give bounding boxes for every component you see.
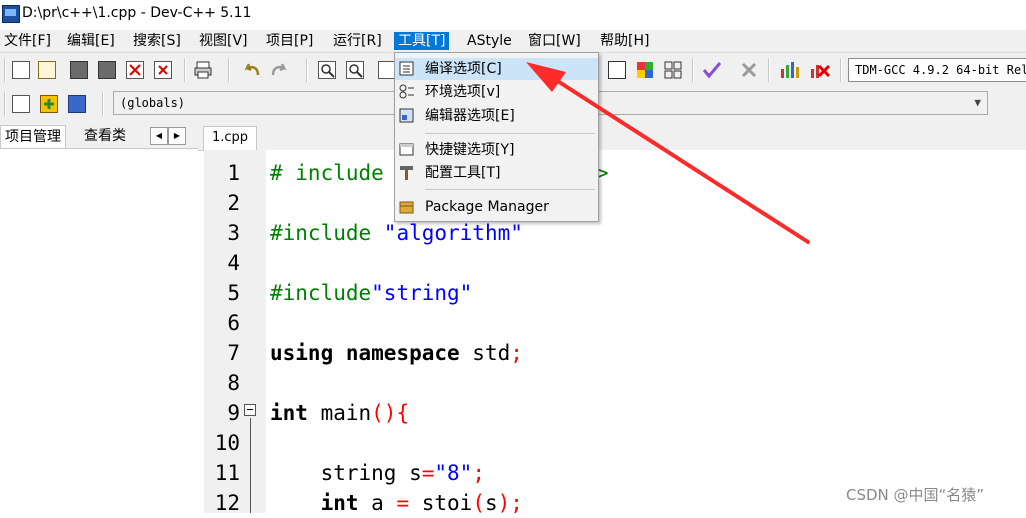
line-number: 2	[227, 191, 240, 215]
tab-project-manager[interactable]: 项目管理	[0, 125, 66, 148]
toolbar-grip	[4, 92, 6, 116]
package-icon	[399, 199, 414, 214]
line-number: 6	[227, 311, 240, 335]
project-panel: 项目管理 查看类 ◀ ▶	[0, 122, 198, 513]
code-line-3: #include "algorithm"	[270, 221, 523, 245]
environment-options-icon	[399, 84, 414, 99]
tools-menu-dropdown: 编译选项[C] 环境选项[v] 编辑器选项[E] 快捷键选项[Y] 配置工具[T…	[394, 52, 599, 222]
save-icon[interactable]	[70, 61, 88, 79]
editor-tabs: 1.cpp	[198, 122, 1026, 151]
window-icon[interactable]	[608, 61, 626, 79]
toolbar-separator	[692, 58, 694, 82]
menu-separator	[425, 133, 595, 134]
code-editor[interactable]: # include-.h> #include "algorithm" #incl…	[266, 150, 1026, 515]
menu-separator	[425, 189, 595, 190]
compiler-select[interactable]: TDM-GCC 4.9.2 64-bit Release	[848, 58, 1026, 82]
replace-icon[interactable]	[346, 61, 364, 79]
menu-item-shortcut-options[interactable]: 快捷键选项[Y]	[395, 139, 598, 161]
toolbar-separator	[840, 58, 842, 82]
tab-class-browser[interactable]: 查看类	[80, 125, 130, 147]
code-line-9: int main(){	[270, 401, 410, 425]
menu-edit[interactable]: 编辑[E]	[63, 32, 119, 50]
tab-scroll-left-button[interactable]: ◀	[150, 127, 168, 145]
menu-item-editor-options[interactable]: 编辑器选项[E]	[395, 105, 598, 127]
line-number-gutter: 1 2 3 4 5 6 7 8 9 10 11 12	[204, 150, 266, 515]
undo-icon[interactable]	[242, 61, 260, 79]
menu-astyle[interactable]: AStyle	[463, 32, 516, 50]
window-title: D:\pr\c++\1.cpp - Dev-C++ 5.11	[22, 5, 252, 21]
watermark: CSDN @中国“名猿”	[846, 486, 985, 504]
color-grid-icon[interactable]	[636, 61, 654, 79]
line-number: 4	[227, 251, 240, 275]
menu-item-package-manager[interactable]: Package Manager	[395, 196, 598, 218]
shortcut-options-icon	[399, 142, 414, 157]
find-icon[interactable]	[318, 61, 336, 79]
grid-layout-icon[interactable]	[664, 61, 682, 79]
menu-item-environment-options[interactable]: 环境选项[v]	[395, 81, 598, 103]
menu-bar: 文件[F] 编辑[E] 搜索[S] 视图[V] 项目[P] 运行[R] 工具[T…	[0, 30, 1026, 52]
add-to-project-icon[interactable]	[40, 95, 58, 113]
menu-file[interactable]: 文件[F]	[0, 32, 55, 50]
menu-window[interactable]: 窗口[W]	[524, 32, 585, 50]
panel-tabs: 项目管理 查看类 ◀ ▶	[0, 122, 198, 149]
menu-search[interactable]: 搜索[S]	[129, 32, 185, 50]
toolbar-separator	[184, 58, 186, 82]
toolbar-separator	[306, 58, 308, 82]
close-file-icon[interactable]	[126, 61, 144, 79]
editor-options-icon	[399, 108, 414, 123]
code-line-5: #include"string"	[270, 281, 473, 305]
check-syntax-icon[interactable]	[702, 61, 722, 79]
toolbar-separator	[102, 92, 104, 116]
line-number: 9	[227, 401, 240, 425]
toolbar-grip	[4, 58, 6, 82]
new-project-icon[interactable]	[12, 95, 30, 113]
redo-icon[interactable]	[270, 61, 288, 79]
devcpp-app-icon[interactable]	[2, 5, 20, 23]
profile-chart-icon[interactable]	[780, 61, 799, 79]
menu-item-compiler-options[interactable]: 编译选项[C]	[395, 58, 598, 80]
new-file-icon[interactable]	[12, 61, 30, 79]
code-line-7: using namespace std;	[270, 341, 523, 365]
menu-project[interactable]: 项目[P]	[262, 32, 317, 50]
line-number: 11	[214, 461, 240, 485]
menu-tools[interactable]: 工具[T]	[394, 32, 450, 50]
title-bar: D:\pr\c++\1.cpp - Dev-C++ 5.11	[0, 0, 1026, 30]
line-number: 8	[227, 371, 240, 395]
toolbar-separator	[768, 58, 770, 82]
line-number: 12	[214, 491, 240, 515]
compiler-options-icon	[399, 61, 414, 76]
code-line-12: int a = stoi(s);	[270, 491, 523, 515]
tab-file[interactable]: 1.cpp	[203, 126, 257, 151]
code-line-11: string s="8";	[270, 461, 485, 485]
menu-run[interactable]: 运行[R]	[329, 32, 386, 50]
fold-toggle-icon[interactable]	[244, 404, 256, 416]
chevron-down-icon[interactable]: ▼	[974, 92, 981, 114]
close-all-icon[interactable]	[154, 61, 172, 79]
fold-guide	[250, 418, 251, 513]
delete-profile-icon[interactable]	[810, 61, 831, 79]
line-number: 1	[227, 161, 240, 185]
menu-view[interactable]: 视图[V]	[195, 32, 252, 50]
line-number: 3	[227, 221, 240, 245]
line-number: 10	[214, 431, 240, 455]
cancel-icon[interactable]	[740, 61, 758, 79]
hammer-icon	[399, 165, 414, 180]
tab-scroll-right-button[interactable]: ▶	[168, 127, 186, 145]
line-number: 5	[227, 281, 240, 305]
code-line-1: # include-.h>	[270, 161, 609, 185]
line-number: 7	[227, 341, 240, 365]
menu-help[interactable]: 帮助[H]	[596, 32, 653, 50]
scope-value: (globals)	[120, 96, 186, 110]
print-icon[interactable]	[194, 61, 212, 79]
open-file-icon[interactable]	[38, 61, 56, 79]
toolbar-separator	[228, 58, 230, 82]
menu-item-configure-tools[interactable]: 配置工具[T]	[395, 162, 598, 184]
project-options-icon[interactable]	[68, 95, 86, 113]
save-all-icon[interactable]	[98, 61, 116, 79]
